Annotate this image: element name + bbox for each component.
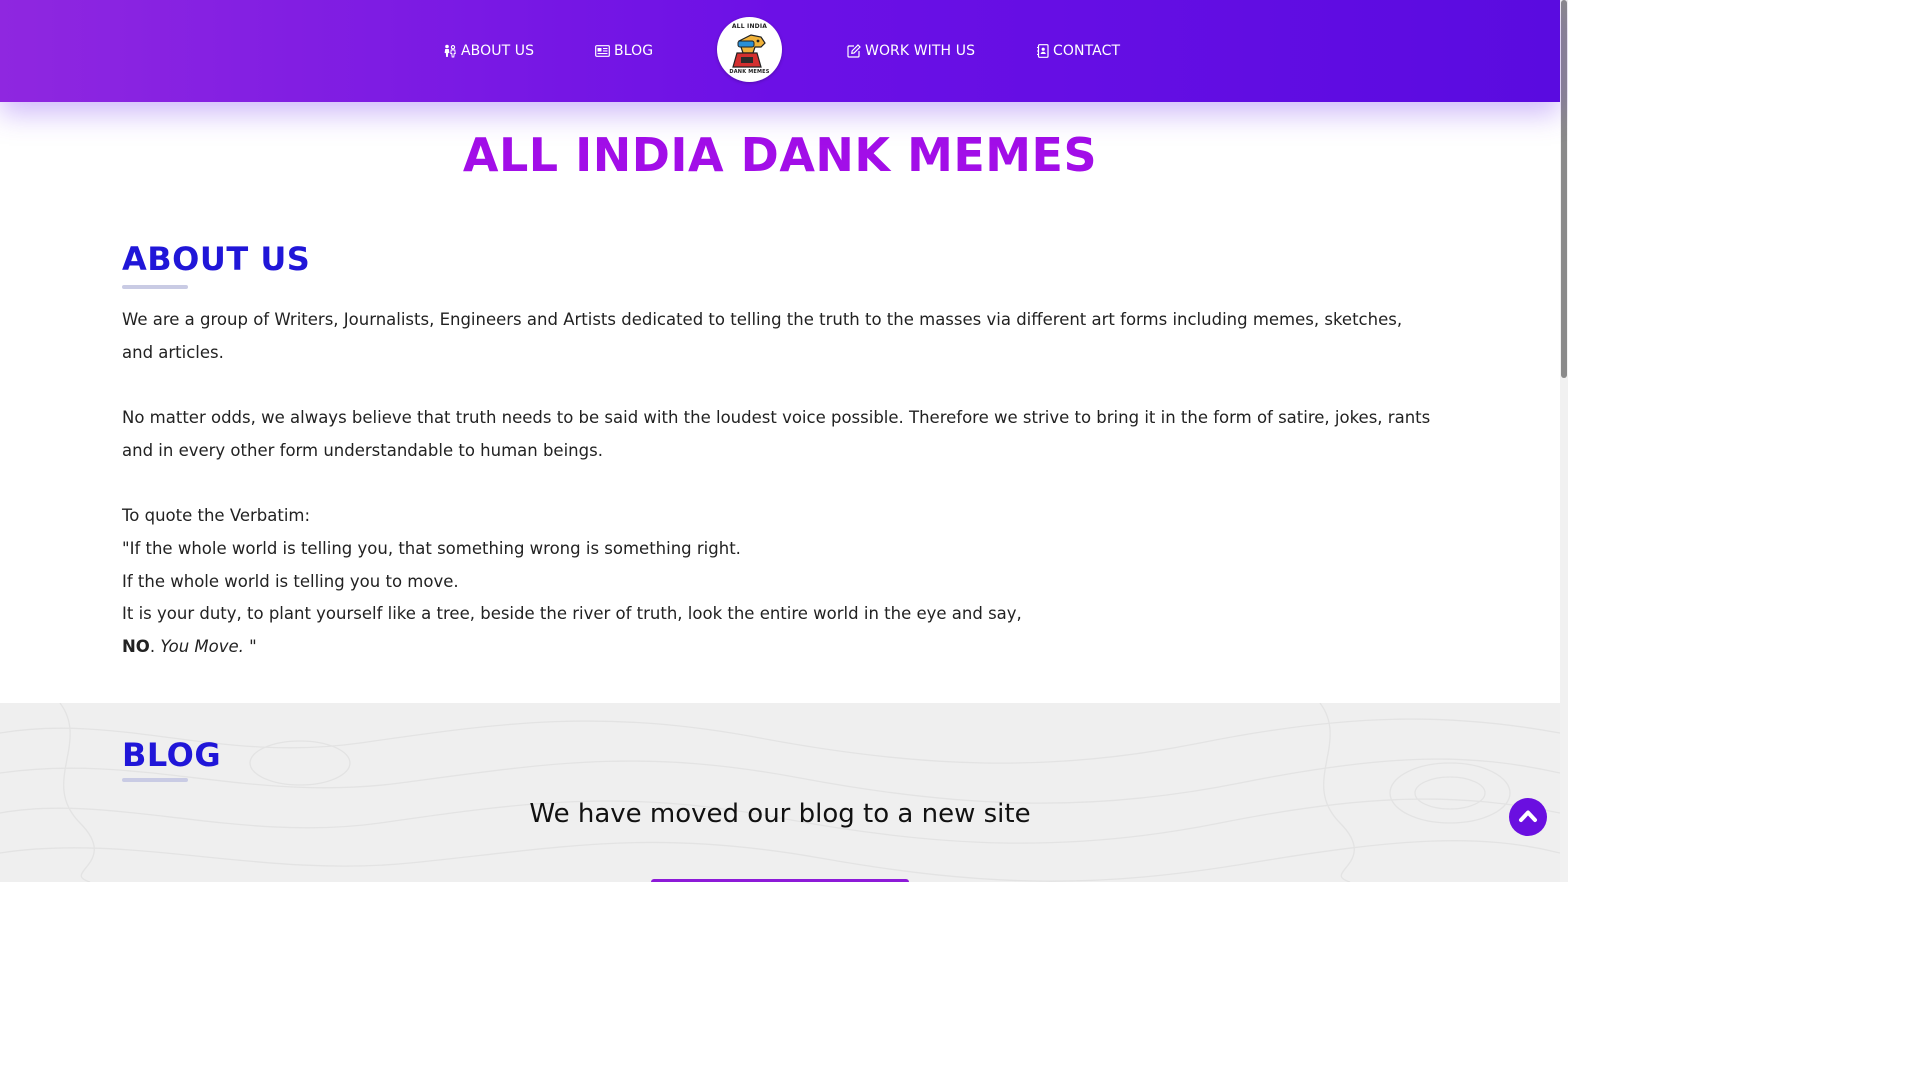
nav-about-us-label: ABOUT US [461, 43, 535, 59]
nav-contact-label: CONTACT [1053, 43, 1121, 59]
about-paragraph-1: We are a group of Writers, Journalists, … [122, 310, 1403, 362]
chevron-up-icon [1519, 810, 1537, 822]
quote-line-1: "If the whole world is telling you, that… [122, 538, 741, 558]
quote-line-4: NO. You Move. " [122, 631, 1432, 664]
blog-heading-underline [122, 778, 188, 782]
nav-work-with-us-label: WORK WITH US [865, 43, 976, 59]
nav-blog-label: BLOG [614, 43, 654, 59]
quote-line-3: It is your duty, to plant yourself like … [122, 604, 1022, 624]
about-heading-underline [122, 285, 188, 289]
about-paragraph-2: No matter odds, we always believe that t… [122, 408, 1431, 460]
address-book-icon [1037, 44, 1049, 58]
people-icon [444, 44, 456, 58]
about-text: We are a group of Writers, Journalists, … [122, 304, 1432, 664]
nav-blog[interactable]: BLOG [595, 40, 653, 62]
blog-subtitle: We have moved our blog to a new site [529, 799, 1031, 829]
site-logo[interactable]: ALL INDIA DANK MEMES [717, 17, 782, 82]
back-to-top-button[interactable] [1509, 798, 1547, 836]
logo-bottom-text: DANK MEMES [729, 69, 770, 75]
edit-icon [847, 44, 861, 58]
quote-line-2: If the whole world is telling you to mov… [122, 571, 459, 591]
about-heading: ABOUT US [122, 240, 311, 278]
quote-intro: To quote the Verbatim: [122, 506, 311, 526]
quote-separator: . [149, 637, 161, 656]
nav-contact[interactable]: CONTACT [1037, 40, 1120, 62]
quote-end: " [243, 637, 257, 656]
blog-visit-button[interactable] [651, 879, 909, 882]
blog-heading: BLOG [122, 736, 222, 774]
nav-about-us[interactable]: ABOUT US [443, 40, 534, 62]
quote-no: NO [122, 637, 150, 656]
scrollbar-thumb[interactable] [1561, 0, 1567, 378]
nav-work-with-us[interactable]: WORK WITH US [847, 40, 975, 62]
site-title: ALL INDIA DANK MEMES [462, 128, 1098, 182]
page: ABOUT US BLOG ALL INDIA DANK MEMES WORK … [0, 0, 1568, 882]
quote-you-move: You Move. [160, 637, 244, 656]
top-navbar: ABOUT US BLOG ALL INDIA DANK MEMES WORK … [0, 0, 1560, 102]
newspaper-icon [595, 45, 610, 57]
blog-section: BLOG We have moved our blog to a new sit… [0, 703, 1560, 882]
topographic-pattern [0, 703, 1560, 882]
